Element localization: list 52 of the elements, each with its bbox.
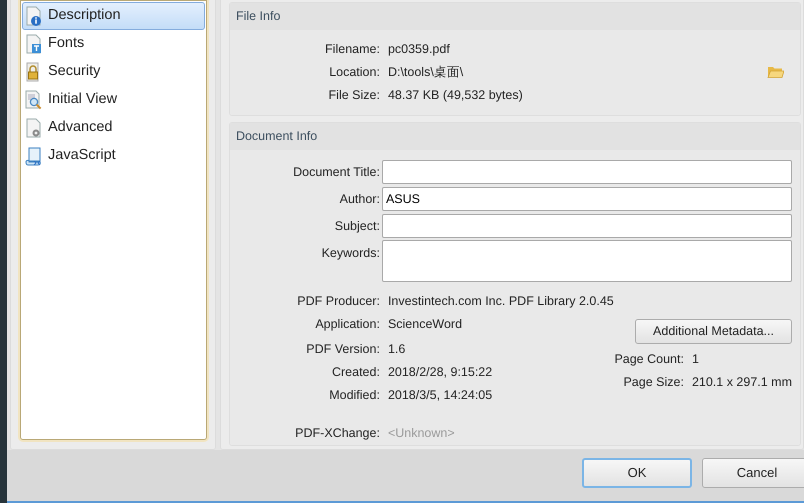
sidebar-label: Description xyxy=(48,6,121,26)
sidebar-item[interactable]: Description xyxy=(22,2,205,30)
field-value: ScienceWord xyxy=(388,316,462,333)
sidebar-label: Initial View xyxy=(48,90,118,110)
field-label: Filename: xyxy=(324,40,381,58)
folder-icon[interactable] xyxy=(767,65,784,80)
field-value: 1.6 xyxy=(388,340,406,358)
field-label: Location: xyxy=(328,64,381,81)
field-label: Document Title: xyxy=(292,164,381,181)
field-label: Page Count: xyxy=(613,350,685,368)
dialog-button[interactable]: Cancel xyxy=(702,458,804,488)
text-field[interactable] xyxy=(382,160,792,184)
sidebar-item[interactable]: Fonts xyxy=(22,30,205,58)
text-area[interactable] xyxy=(382,240,792,282)
field-label: Application: xyxy=(314,316,381,333)
field-value: D:\tools\桌面\ xyxy=(388,64,464,81)
field-label: PDF Producer: xyxy=(296,292,381,310)
field-value: 2018/2/28, 9:15:22 xyxy=(388,364,492,381)
sidebar-label: Fonts xyxy=(48,34,84,54)
sidebar-label: Security xyxy=(48,62,100,82)
text-field[interactable] xyxy=(382,214,792,238)
sidebar-label: Advanced xyxy=(48,118,112,138)
group-title: Document Info xyxy=(230,122,800,150)
sidebar-item[interactable]: JavaScript xyxy=(22,142,205,170)
document-magnifier-icon xyxy=(24,90,44,110)
sidebar-item[interactable]: Initial View xyxy=(22,86,205,114)
field-label: File Size: xyxy=(328,86,381,104)
field-value: 1 xyxy=(692,350,699,368)
field-label: Page Size: xyxy=(622,374,685,391)
field-label: Keywords: xyxy=(320,244,381,262)
field-label: Modified: xyxy=(328,386,381,404)
sidebar-label: JavaScript xyxy=(48,146,116,166)
dialog-button[interactable]: OK xyxy=(582,458,692,488)
field-value: 210.1 x 297.1 mm xyxy=(692,374,792,391)
field-value: <Unknown> xyxy=(388,424,455,442)
text-field[interactable]: ASUS xyxy=(382,187,792,211)
group-title: File Info xyxy=(230,3,800,31)
field-label: Created: xyxy=(330,364,381,381)
field-label: Subject: xyxy=(334,218,381,235)
field-label: PDF Version: xyxy=(305,340,381,358)
field-label: Author: xyxy=(338,190,381,208)
document-info-icon xyxy=(24,6,44,26)
field-value: Investintech.com Inc. PDF Library 2.0.45 xyxy=(388,292,614,310)
field-value: 48.37 KB (49,532 bytes) xyxy=(388,86,523,104)
document-font-icon xyxy=(24,34,44,54)
field-value: 2018/3/5, 14:24:05 xyxy=(388,386,492,404)
field-value: pc0359.pdf xyxy=(388,40,450,58)
field-label: PDF-XChange: xyxy=(294,424,381,442)
scroll-icon xyxy=(24,146,44,166)
sidebar-item[interactable]: Advanced xyxy=(22,114,205,142)
metadata-button[interactable]: Additional Metadata... xyxy=(635,318,792,344)
sidebar-item[interactable]: Security xyxy=(22,58,205,86)
